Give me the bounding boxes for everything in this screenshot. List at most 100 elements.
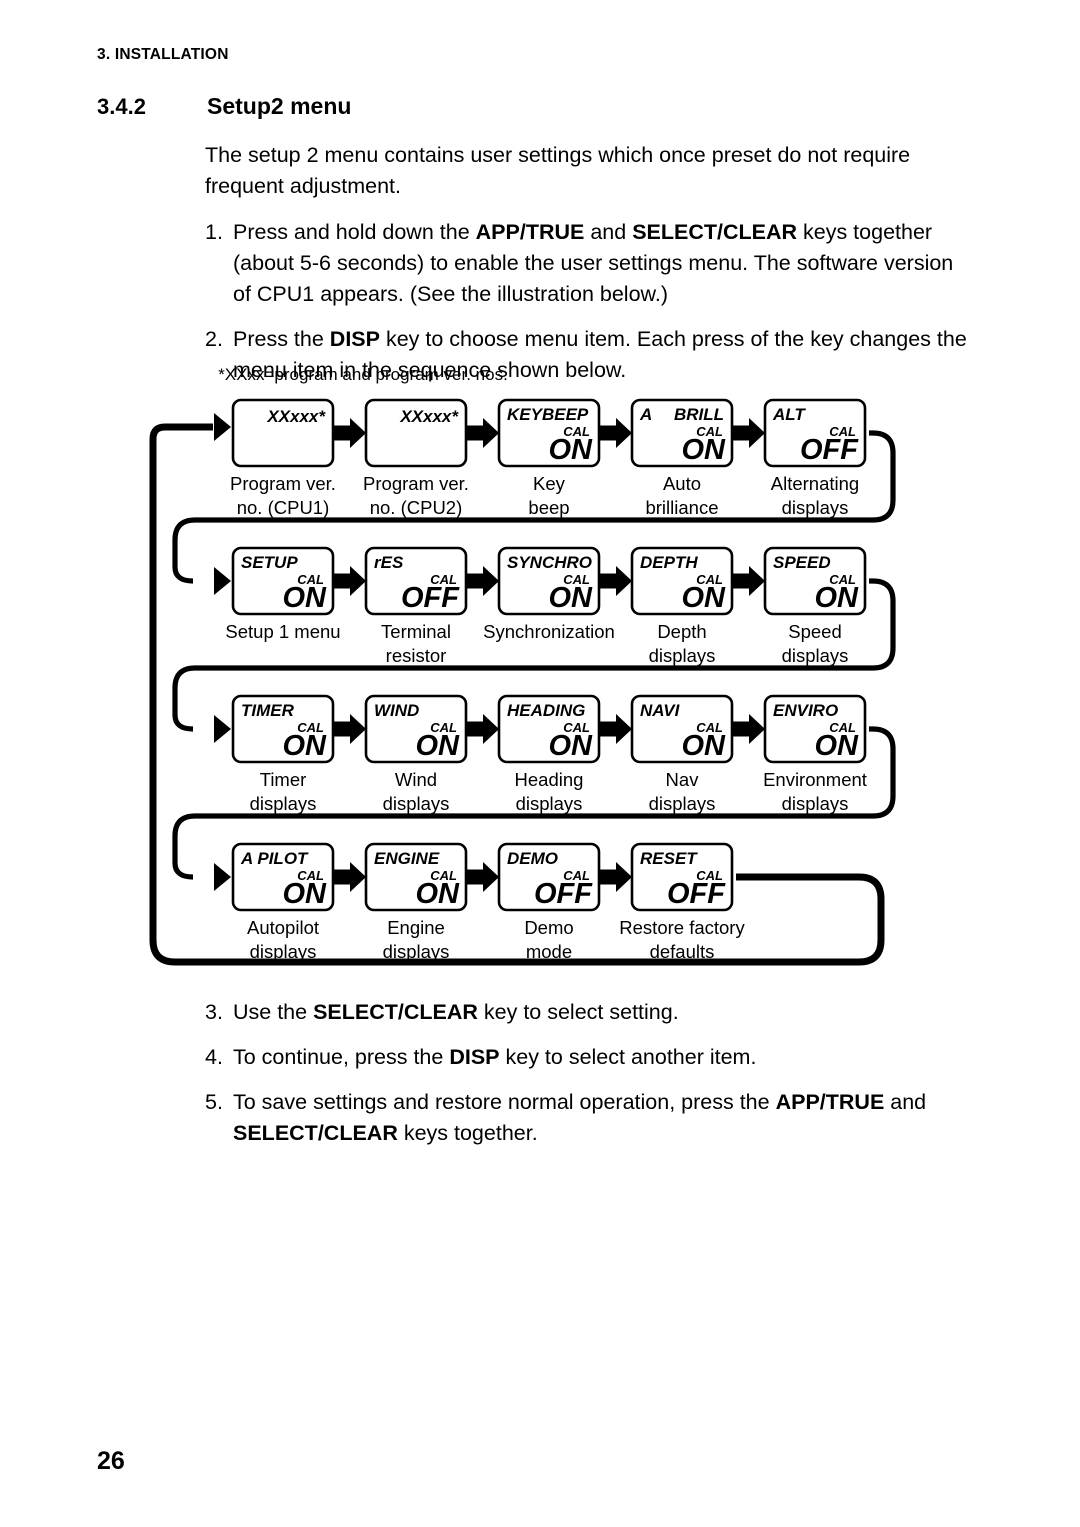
flow-arrow-icon [465, 714, 499, 744]
box-title: DEPTH [640, 553, 698, 572]
flow-arrowhead-icon [214, 715, 231, 743]
box-caption: Key beep [528, 473, 569, 518]
step-text: Press and hold down the [233, 220, 476, 244]
box-title: XXxxx* [399, 407, 459, 426]
box-value: ON [283, 730, 328, 762]
box-caption: Wind displays [383, 769, 450, 814]
menu-item-box: WINDCALON [364, 694, 468, 764]
intro-paragraph: The setup 2 menu contains user settings … [205, 143, 911, 198]
box-value: ON [815, 582, 860, 614]
box-value: OFF [667, 878, 726, 910]
caption-line-2: displays [383, 793, 450, 814]
box-caption: Alternating displays [771, 473, 859, 518]
key-name: APP/TRUE [475, 220, 585, 244]
box-value: ON [682, 582, 727, 614]
box-caption: Terminal resistor [381, 621, 451, 666]
menu-item-box: DEMOCALOFF [497, 842, 601, 912]
diagram-footnote: *XXxx=program and program ver. nos. [218, 365, 508, 384]
key-name: SELECT/CLEAR [313, 1000, 478, 1024]
box-title: KEYBEEP [507, 405, 589, 424]
caption-line-1: Alternating [771, 473, 859, 494]
box-caption: Demomode [524, 917, 573, 962]
caption-line-1: Speed [788, 621, 842, 642]
box-caption: Program ver. no. (CPU2) [363, 473, 469, 518]
box-title-prefix: A [639, 405, 652, 424]
step-text: Use the [233, 1000, 314, 1024]
box-caption: Program ver. no. (CPU1) [230, 473, 336, 518]
caption-line-1: Program ver. [363, 473, 469, 494]
step-number: 4. [205, 1045, 223, 1069]
step-text: and [884, 1090, 927, 1114]
caption-line-1: Synchronization [483, 621, 615, 642]
flow-arrow-icon [465, 862, 499, 892]
steps-bottom-block: 3. Use the SELECT/CLEAR key to select set… [205, 997, 995, 1163]
box-value: OFF [401, 582, 460, 614]
box-title: ENGINE [374, 849, 440, 868]
page-number: 26 [97, 1447, 125, 1475]
menu-item-box: ALTCALOFF [763, 398, 867, 468]
box-title: DEMO [507, 849, 558, 868]
instruction-step: 4. To continue, press the DISP key to sel… [205, 1042, 995, 1073]
caption-line-1: Restore factory [619, 917, 745, 938]
flow-arrow-icon [598, 566, 632, 596]
box-caption: Setup 1 menu [225, 621, 340, 642]
menu-item-box: ENGINECALON [364, 842, 468, 912]
box-value: ON [416, 878, 461, 910]
flow-arrow-icon [332, 714, 366, 744]
step-text: key to select another item. [499, 1045, 757, 1069]
key-name: DISP [329, 327, 380, 351]
key-name: DISP [449, 1045, 500, 1069]
flow-arrowhead-icon [214, 567, 231, 595]
box-caption: Restore factorydefaults [619, 917, 745, 962]
box-value: ON [549, 434, 594, 466]
step-text: To save settings and restore normal oper… [233, 1090, 776, 1114]
step-text: Press the [233, 327, 330, 351]
box-caption: Nav displays [649, 769, 716, 814]
step-text: keys together. [397, 1121, 538, 1145]
menu-item-box: TIMERCALON [231, 694, 335, 764]
caption-line-1: Environment [763, 769, 867, 790]
flow-arrow-icon [332, 418, 366, 448]
caption-line-2: displays [649, 793, 716, 814]
caption-line-1: Autopilot [247, 917, 319, 938]
menu-item-box: HEADINGCALON [497, 694, 601, 764]
menu-item-box: SYNCHROCALON [497, 546, 601, 616]
box-title: BRILL [674, 405, 724, 424]
flow-arrowhead-icon [214, 413, 231, 441]
caption-line-2: displays [516, 793, 583, 814]
flow-arrow-icon [731, 566, 765, 596]
instruction-step: 3. Use the SELECT/CLEAR key to select set… [205, 997, 995, 1028]
caption-line-1: Demo [524, 917, 573, 938]
menu-item-box: rESCALOFF [364, 546, 468, 616]
flow-arrow-icon [465, 418, 499, 448]
caption-line-2: no. (CPU1) [237, 497, 330, 518]
box-caption: Environment displays [763, 769, 867, 814]
step-number: 2. [205, 327, 223, 351]
section-heading: 3.4.2 Setup2 menu [97, 93, 351, 120]
box-title: SETUP [241, 553, 298, 572]
caption-line-1: Timer [260, 769, 307, 790]
flow-arrow-icon [332, 566, 366, 596]
flow-arrowhead-icon [214, 863, 231, 891]
key-name: SELECT/CLEAR [632, 220, 798, 244]
flow-arrow-icon [598, 418, 632, 448]
box-title: ALT [772, 405, 806, 424]
box-title: WIND [374, 701, 419, 720]
menu-item-box: DEPTHCALON [630, 546, 734, 616]
section-number: 3.4.2 [97, 94, 146, 119]
box-title: ENVIRO [773, 701, 838, 720]
caption-line-1: Wind [395, 769, 437, 790]
box-title: NAVI [640, 701, 681, 720]
box-caption: Heading displays [515, 769, 584, 814]
menu-item-box: ENVIROCALON [763, 694, 867, 764]
menu-item-box: A PILOTCALON [231, 842, 335, 912]
flow-diagram-svg: *XXxx=program and program ver. nos. XXxxx… [149, 365, 896, 966]
caption-line-2: displays [782, 645, 849, 666]
steps-list-bottom: 3. Use the SELECT/CLEAR key to select set… [205, 997, 995, 1149]
key-name: SELECT/CLEAR [233, 1121, 398, 1145]
menu-item-box: SETUPCALON [231, 546, 335, 616]
caption-line-1: Heading [515, 769, 584, 790]
flow-arrow-icon [598, 714, 632, 744]
key-name: APP/TRUE [775, 1090, 885, 1114]
box-title: RESET [640, 849, 698, 868]
